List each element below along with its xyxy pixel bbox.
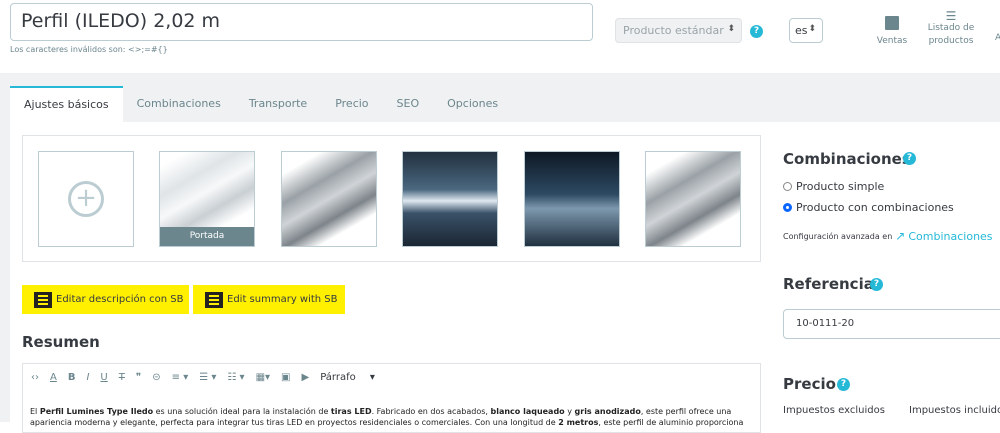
summary-text[interactable]: El Perfil Lumines Type Iledo es una solu… bbox=[23, 391, 760, 428]
table-icon[interactable]: ▦▾ bbox=[256, 372, 270, 383]
blockquote-icon[interactable]: ❞ bbox=[136, 372, 141, 383]
editor-toolbar: ‹› A B I U T ❞ ⊝ ≡ ▾ ☰ ▾ ☷ ▾ ▦▾ ▣ ▶ Párr… bbox=[23, 364, 760, 391]
help-icon[interactable]: ? bbox=[750, 25, 763, 38]
language-value: es bbox=[795, 24, 808, 37]
edit-description-sb-button[interactable]: Editar descripción con SB bbox=[22, 285, 189, 314]
radio-label: Producto con combinaciones bbox=[796, 201, 954, 214]
italic-icon[interactable]: I bbox=[86, 372, 89, 383]
tax-excluded-label: Impuestos excluidos bbox=[783, 405, 885, 416]
numbered-list-icon[interactable]: ☷ ▾ bbox=[227, 372, 244, 383]
image-icon[interactable]: ▣ bbox=[281, 372, 290, 383]
tab-shipping[interactable]: Transporte bbox=[235, 86, 321, 122]
tab-combinations[interactable]: Combinaciones bbox=[123, 86, 235, 122]
tax-included-label: Impuestos incluidos bbox=[909, 405, 1000, 416]
help-icon[interactable]: ? bbox=[870, 278, 883, 291]
summary-text-segment: es una solución ideal para la instalació… bbox=[153, 407, 331, 416]
sb-logo-icon bbox=[205, 291, 223, 308]
summary-text-segment: tiras LED bbox=[330, 407, 372, 416]
summary-text-segment: Perfil Lumines Type Iledo bbox=[39, 407, 154, 416]
bullet-list-icon[interactable]: ☰ ▾ bbox=[199, 372, 216, 383]
text-color-icon[interactable]: A bbox=[50, 372, 57, 383]
product-image-cover[interactable]: Portada bbox=[159, 151, 255, 247]
product-type-value: Producto estándar bbox=[623, 24, 724, 37]
nav-sales[interactable]: Ventas bbox=[874, 14, 910, 48]
nav-sales-label: Ventas bbox=[876, 36, 908, 46]
tab-basic-settings[interactable]: Ajustes básicos bbox=[10, 86, 123, 122]
summary-line: apariencia moderna y elegante, perfecta … bbox=[30, 417, 753, 428]
product-type-select[interactable]: Producto estándar ⬍ bbox=[615, 18, 742, 43]
radio-label: Producto simple bbox=[796, 180, 885, 193]
list-icon: ☰ bbox=[945, 9, 957, 23]
advanced-config: Configuración avanzada en ↗ Combinacione… bbox=[783, 229, 993, 243]
select-arrows-icon: ⬍ bbox=[808, 24, 816, 34]
reference-title: Referencia bbox=[783, 275, 874, 293]
cover-label: Portada bbox=[160, 227, 254, 246]
summary-text-segment: , este perfil de aluminio proporciona bbox=[598, 418, 744, 427]
tab-bar: Ajustes básicos Combinaciones Transporte… bbox=[10, 86, 512, 122]
summary-text-segment: 2 metros bbox=[558, 418, 599, 427]
help-icon[interactable]: ? bbox=[903, 152, 916, 165]
code-icon[interactable]: ‹› bbox=[31, 372, 39, 383]
product-image[interactable] bbox=[645, 151, 741, 247]
align-icon[interactable]: ≡ ▾ bbox=[172, 372, 189, 383]
combinations-title: Combinaciones bbox=[783, 150, 911, 168]
advanced-config-text: Configuración avanzada en bbox=[783, 231, 893, 241]
summary-text-segment: gris anodizado bbox=[574, 407, 641, 416]
media-icon[interactable]: ▶ bbox=[301, 372, 309, 383]
combinations-link[interactable]: Combinaciones bbox=[908, 230, 992, 243]
tab-seo[interactable]: SEO bbox=[383, 86, 434, 122]
reference-input[interactable]: 10-0111-20 bbox=[783, 309, 1000, 339]
format-select[interactable]: Párrafo ▾ bbox=[320, 372, 375, 383]
add-image-button[interactable]: + bbox=[38, 151, 134, 247]
tab-options[interactable]: Opciones bbox=[433, 86, 512, 122]
price-title: Precio bbox=[783, 375, 836, 393]
radio-product-combinations[interactable]: Producto con combinaciones bbox=[783, 201, 954, 214]
nav-product-list-label: Listado de productos bbox=[927, 23, 975, 46]
invalid-chars-hint: Los caracteres inválidos son: <>;=#{} bbox=[10, 45, 168, 54]
summary-text-segment: . Fabricado en dos acabados, bbox=[371, 407, 491, 416]
nav-product-list[interactable]: ☰ Listado de productos bbox=[926, 10, 976, 48]
radio-simple-product[interactable]: Producto simple bbox=[783, 180, 884, 193]
summary-editor[interactable]: ‹› A B I U T ❞ ⊝ ≡ ▾ ☰ ▾ ☷ ▾ ▦▾ ▣ ▶ Párr… bbox=[22, 363, 761, 433]
strikethrough-icon[interactable]: T bbox=[119, 372, 125, 383]
summary-title: Resumen bbox=[22, 333, 100, 351]
product-image[interactable] bbox=[402, 151, 498, 247]
language-select[interactable]: es ⬍ bbox=[789, 18, 823, 43]
plus-icon: + bbox=[68, 181, 104, 217]
tab-price[interactable]: Precio bbox=[321, 86, 382, 122]
underline-icon[interactable]: U bbox=[100, 372, 107, 383]
summary-text-segment: y bbox=[564, 407, 575, 416]
radio-checked-icon bbox=[783, 203, 792, 212]
edit-summary-sb-button[interactable]: Edit summary with SB bbox=[193, 285, 345, 314]
bold-icon[interactable]: B bbox=[68, 372, 76, 383]
external-link-icon: ↗ bbox=[895, 229, 906, 243]
summary-text-segment: apariencia moderna y elegante, perfecta … bbox=[30, 418, 559, 427]
summary-text-segment: , este perfil ofrece una bbox=[640, 407, 732, 416]
summary-line: El Perfil Lumines Type Iledo es una solu… bbox=[30, 406, 753, 417]
product-image[interactable] bbox=[524, 151, 620, 247]
help-icon[interactable]: ? bbox=[837, 378, 850, 391]
sb-logo-icon bbox=[34, 291, 52, 308]
nav-more[interactable]: A bbox=[995, 32, 1000, 45]
link-icon[interactable]: ⊝ bbox=[152, 372, 160, 383]
summary-text-segment: El bbox=[30, 407, 40, 416]
image-gallery: + Portada bbox=[22, 135, 761, 262]
product-name-input[interactable]: Perfil (ILEDO) 2,02 m bbox=[10, 3, 593, 41]
format-value: Párrafo bbox=[320, 372, 356, 383]
radio-icon bbox=[783, 182, 792, 191]
product-image[interactable] bbox=[281, 151, 377, 247]
summary-text-segment: blanco laqueado bbox=[490, 407, 565, 416]
bar-chart-icon bbox=[885, 16, 899, 30]
edit-description-label: Editar descripción con SB bbox=[56, 294, 184, 305]
select-arrows-icon: ⬍ bbox=[727, 24, 735, 34]
edit-summary-label: Edit summary with SB bbox=[227, 294, 338, 305]
